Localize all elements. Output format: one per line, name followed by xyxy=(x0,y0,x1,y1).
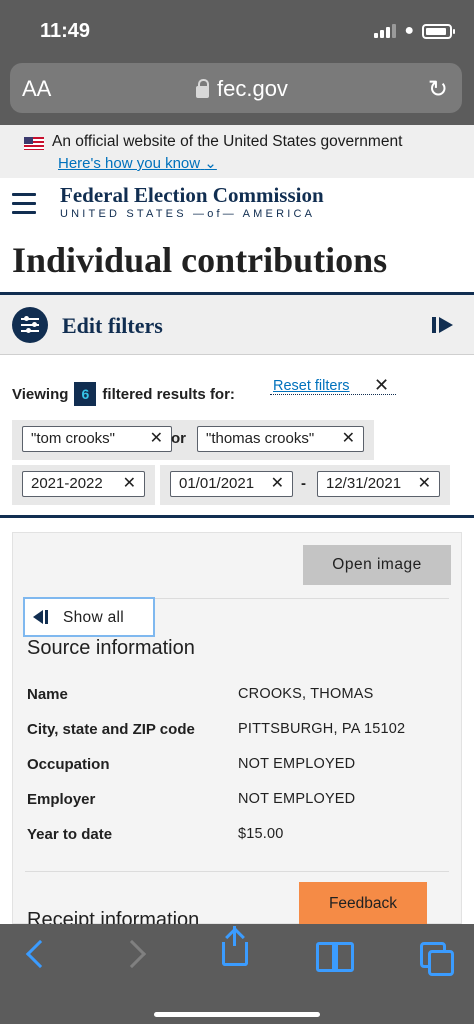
hamburger-menu-icon[interactable] xyxy=(12,193,36,220)
field-label-occupation: Occupation xyxy=(27,756,110,773)
field-value-name: CROOKS, THOMAS xyxy=(238,686,374,702)
status-icons: ● xyxy=(374,22,455,40)
field-label-name: Name xyxy=(27,686,68,703)
lock-icon xyxy=(196,79,209,98)
battery-icon xyxy=(422,23,455,39)
contribution-detail-panel: Open image Show all Source information N… xyxy=(12,532,462,931)
close-icon[interactable]: ✕ xyxy=(150,427,163,451)
edit-filters-label: Edit filters xyxy=(62,313,163,338)
viewing-suffix: filtered results for: xyxy=(102,385,235,403)
cycle-filter-row: 2021-2022 ✕ xyxy=(12,465,155,505)
sliders-icon xyxy=(12,307,48,343)
us-flag-icon xyxy=(24,137,44,150)
show-all-label: Show all xyxy=(63,609,124,626)
source-information-title: Source information xyxy=(27,637,195,659)
share-icon[interactable] xyxy=(222,926,248,966)
filter-tag-tom-crooks[interactable]: "tom crooks" ✕ xyxy=(22,426,172,452)
date-separator: - xyxy=(301,475,306,492)
home-indicator xyxy=(154,1012,320,1017)
filter-tag-cycle[interactable]: 2021-2022 ✕ xyxy=(22,471,145,497)
brand-subtitle: UNITED STATES —of— AMERICA xyxy=(60,208,316,220)
close-icon[interactable]: ✕ xyxy=(342,427,355,451)
filter-tag-date-to[interactable]: 12/31/2021 ✕ xyxy=(317,471,440,497)
tag-label: "thomas crooks" xyxy=(206,430,315,447)
tag-label: 01/01/2021 xyxy=(179,475,255,492)
official-site-text: An official website of the United States… xyxy=(52,133,403,150)
url-display[interactable]: fec.gov xyxy=(196,76,288,102)
viewing-prefix: Viewing xyxy=(12,385,69,403)
address-bar[interactable]: AA fec.gov ↻ xyxy=(10,63,462,113)
feedback-button[interactable]: Feedback xyxy=(299,882,427,926)
status-bar: 11:49 ● xyxy=(0,0,474,60)
show-all-button[interactable]: Show all xyxy=(23,597,155,637)
field-value-location: PITTSBURGH, PA 15102 xyxy=(238,721,406,737)
chevron-down-icon: ⌄ xyxy=(204,155,217,172)
reload-icon[interactable]: ↻ xyxy=(428,75,448,104)
brand-title[interactable]: Federal Election Commission xyxy=(60,183,324,208)
signal-icon xyxy=(374,24,397,38)
tabs-icon[interactable] xyxy=(420,942,454,976)
field-value-occupation: NOT EMPLOYED xyxy=(238,756,356,772)
expand-left-icon xyxy=(33,610,49,624)
tag-label: 12/31/2021 xyxy=(326,475,402,492)
result-count-badge: 6 xyxy=(74,382,97,406)
how-you-know-link[interactable]: Here's how you know ⌄ xyxy=(58,154,217,172)
name-filter-row: "tom crooks" ✕ or "thomas crooks" ✕ xyxy=(12,420,374,460)
browser-url-area: AA fec.gov ↻ xyxy=(0,60,474,125)
page-title: Individual contributions xyxy=(12,240,388,280)
open-image-button[interactable]: Open image xyxy=(303,545,451,585)
gov-banner: An official website of the United States… xyxy=(0,125,474,178)
forward-icon[interactable] xyxy=(117,939,147,969)
reset-filters-link[interactable]: Reset filters xyxy=(273,378,350,394)
edit-filters-toggle[interactable]: Edit filters xyxy=(0,295,474,355)
bookmarks-icon[interactable] xyxy=(316,942,354,972)
close-icon[interactable]: ✕ xyxy=(374,375,389,396)
close-icon[interactable]: ✕ xyxy=(271,472,284,496)
reset-underline xyxy=(270,394,396,395)
close-icon[interactable]: ✕ xyxy=(418,472,431,496)
tag-label: 2021-2022 xyxy=(31,475,103,492)
url-text: fec.gov xyxy=(217,76,288,101)
field-value-ytd: $15.00 xyxy=(238,826,284,842)
field-value-employer: NOT EMPLOYED xyxy=(238,791,356,807)
wifi-icon: ● xyxy=(404,22,414,39)
divider xyxy=(25,871,449,872)
field-label-location: City, state and ZIP code xyxy=(27,721,195,738)
or-label: or xyxy=(171,430,186,447)
filter-tag-date-from[interactable]: 01/01/2021 ✕ xyxy=(170,471,293,497)
back-icon[interactable] xyxy=(25,939,55,969)
close-icon[interactable]: ✕ xyxy=(123,472,136,496)
date-filter-row: 01/01/2021 ✕ - 12/31/2021 ✕ xyxy=(160,465,450,505)
field-label-employer: Employer xyxy=(27,791,96,808)
field-label-ytd: Year to date xyxy=(27,826,113,843)
viewing-summary: Viewing 6 filtered results for: xyxy=(12,382,235,406)
divider xyxy=(0,515,474,518)
text-size-button[interactable]: AA xyxy=(22,76,51,102)
status-time: 11:49 xyxy=(40,20,91,42)
tag-label: "tom crooks" xyxy=(31,430,116,447)
filter-tag-thomas-crooks[interactable]: "thomas crooks" ✕ xyxy=(197,426,364,452)
collapse-panel-icon[interactable] xyxy=(432,317,454,333)
browser-toolbar xyxy=(0,924,474,1024)
site-header: Federal Election Commission UNITED STATE… xyxy=(0,178,474,228)
